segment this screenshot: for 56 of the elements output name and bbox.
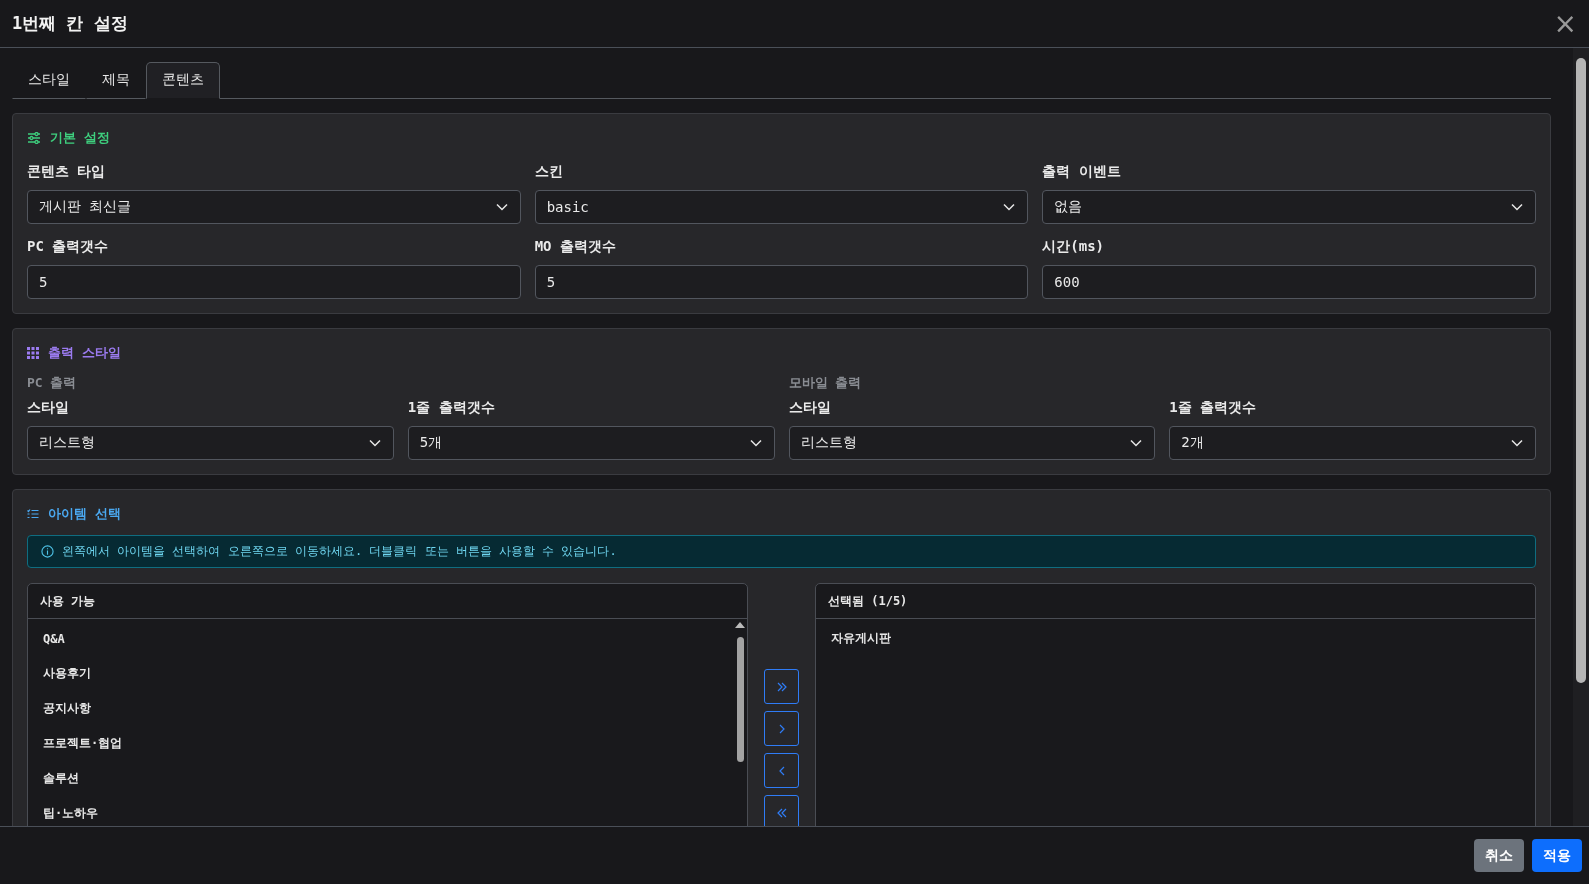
close-button[interactable]: × (1549, 9, 1581, 38)
field-label: 콘텐츠 타입 (27, 163, 107, 181)
field-label: PC 출력갯수 (27, 238, 110, 256)
group-label: PC 출력 (27, 374, 78, 392)
section-title: 기본 설정 (50, 129, 110, 147)
dialog-title: 1번째 칸 설정 (12, 12, 128, 35)
select-field[interactable]: 없음 (1042, 190, 1536, 224)
info-text: 왼쪽에서 아이템을 선택하여 오른쪽으로 이동하세요. 더블클릭 또는 버튼을 사용할 수 있습니다. (62, 543, 617, 560)
sliders-icon (27, 132, 41, 144)
cancel-button[interactable]: 취소 (1474, 839, 1524, 872)
select-field[interactable]: basic (534, 190, 1029, 224)
grid-icon (27, 347, 39, 359)
chevron-down-icon (1511, 203, 1523, 211)
field-label: 시간(ms) (1042, 238, 1106, 256)
list-item[interactable]: 팁·노하우 (43, 796, 733, 826)
select-field[interactable]: 리스트형 (788, 426, 1156, 460)
list-item[interactable]: Q&A (43, 621, 733, 656)
field-label: 1줄 출력갯수 (407, 399, 496, 417)
list-item[interactable]: 프로젝트·협업 (43, 726, 733, 761)
list-item[interactable]: 자유게시판 (831, 621, 1535, 656)
list-icon (27, 509, 39, 519)
select-field[interactable]: 5개 (407, 426, 775, 460)
field-label: 스킨 (534, 163, 564, 181)
chevron-down-icon (495, 203, 508, 211)
info-icon (41, 545, 54, 558)
apply-button[interactable]: 적용 (1532, 839, 1582, 872)
field-label: MO 출력갯수 (534, 238, 617, 256)
section-title: 아이템 선택 (48, 505, 121, 523)
group-label: 모바일 출력 (788, 374, 863, 392)
select-field[interactable]: 2개 (1169, 426, 1536, 460)
input-field[interactable]: 600 (1042, 265, 1536, 299)
panel-title: 선택됨 (1/5) (828, 592, 908, 610)
field-label: 1줄 출력갯수 (1169, 399, 1258, 417)
move-button[interactable] (764, 711, 799, 746)
list-item[interactable]: 사용후기 (43, 656, 733, 691)
chevron-down-icon (749, 439, 762, 447)
field-label: 스타일 (788, 399, 832, 417)
tab[interactable]: 콘텐츠 (146, 62, 220, 99)
move-button[interactable] (764, 753, 799, 788)
chevron-down-icon (368, 439, 381, 447)
list-item[interactable]: 솔루션 (43, 761, 733, 796)
select-field[interactable]: 리스트형 (27, 426, 394, 460)
field-label: 스타일 (27, 399, 70, 417)
chevron-down-icon (1130, 439, 1143, 447)
field-label: 출력 이벤트 (1042, 163, 1122, 181)
scrollbar[interactable] (1573, 48, 1589, 826)
list-item[interactable]: 공지사항 (43, 691, 733, 726)
tab[interactable]: 스타일 (12, 62, 86, 99)
input-field[interactable]: 5 (27, 265, 521, 299)
chevron-down-icon (1003, 203, 1016, 211)
select-field[interactable]: 게시판 최신글 (27, 190, 521, 224)
input-field[interactable]: 5 (534, 265, 1029, 299)
section-title: 출력 스타일 (48, 344, 121, 362)
move-button[interactable] (764, 669, 799, 704)
chevron-down-icon (1511, 439, 1523, 447)
panel-title: 사용 가능 (40, 592, 96, 610)
